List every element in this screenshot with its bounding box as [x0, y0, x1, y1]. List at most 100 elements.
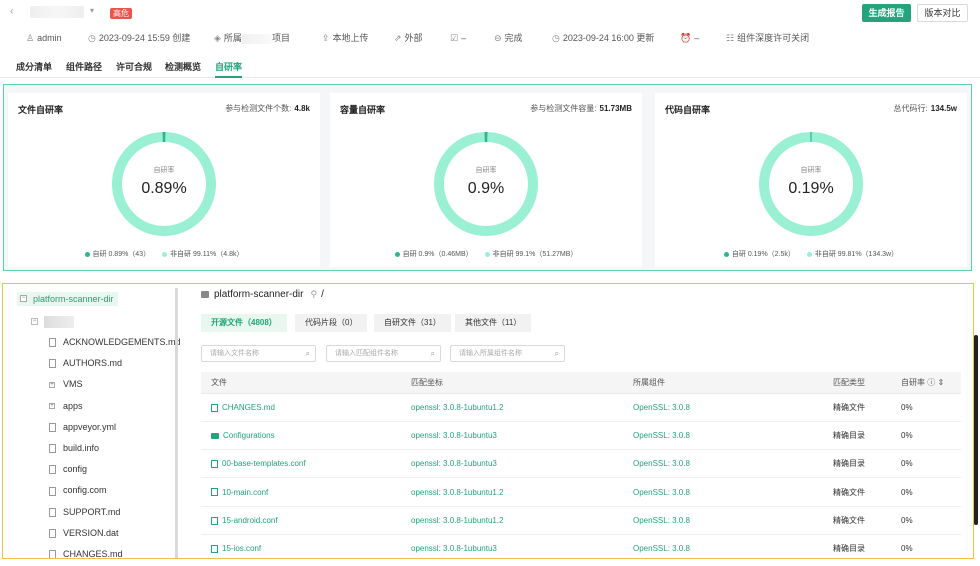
tab-other-files[interactable]: 其他文件（11） — [455, 314, 532, 332]
tree-scrollbar[interactable] — [175, 288, 178, 558]
check-square-icon: ☑ — [450, 33, 459, 43]
table-row[interactable]: 15-android.conf openssl: 3.0.8-1ubuntu1.2… — [201, 507, 961, 535]
tree-node-redacted[interactable]: − — [31, 314, 74, 328]
col-self-rate[interactable]: 自研率 ⓘ ⇕ — [901, 372, 944, 394]
tree-item[interactable]: + apps — [49, 399, 83, 413]
file-icon — [49, 550, 56, 558]
cell-match-type: 精确文件 — [833, 507, 865, 535]
location-pin-icon[interactable]: ⚲ — [310, 289, 317, 299]
cell-coordinate[interactable]: openssl: 3.0.8-1ubuntu3 — [411, 422, 497, 450]
cell-coordinate[interactable]: openssl: 3.0.8-1ubuntu1.2 — [411, 479, 504, 507]
meta-check: ☑ – — [450, 30, 466, 46]
table-header: 文件 匹配坐标 所属组件 匹配类型 自研率 ⓘ ⇕ — [201, 372, 961, 394]
cell-match-type: 精确目录 — [833, 450, 865, 478]
donut-center-label: 自研率 — [475, 167, 497, 174]
cell-coordinate[interactable]: openssl: 3.0.8-1ubuntu3 — [411, 535, 497, 558]
chevron-down-icon[interactable]: ▾ — [90, 6, 94, 15]
search-icon[interactable]: ⌕ — [555, 346, 559, 361]
cell-component[interactable]: OpenSSL: 3.0.8 — [633, 507, 690, 535]
cell-component[interactable]: OpenSSL: 3.0.8 — [633, 394, 690, 422]
tree-item[interactable]: build.info — [49, 441, 99, 455]
cell-file[interactable]: CHANGES.md — [211, 394, 275, 422]
match-component-filter[interactable]: 请输入匹配组件名称 ⌕ — [326, 345, 441, 362]
cell-file-text: 10-main.conf — [222, 487, 269, 497]
table-row[interactable]: 10-main.conf openssl: 3.0.8-1ubuntu1.2 Ope… — [201, 479, 961, 507]
legend-self: 自研 0.9%（0.46MB） — [402, 251, 473, 258]
tab-scan-overview[interactable]: 检测概览 — [165, 60, 201, 78]
tab-component-path[interactable]: 组件路径 — [66, 60, 102, 78]
tree-item[interactable]: ACKNOWLEDGEMENTS.md — [49, 335, 181, 349]
tree-root-label: platform-scanner-dir — [33, 294, 114, 304]
owner-component-placeholder: 请输入所属组件名称 — [459, 350, 522, 357]
alarm-value: – — [694, 33, 700, 43]
tab-code-snippets[interactable]: 代码片段（0） — [295, 314, 368, 332]
tab-bom[interactable]: 成分清单 — [16, 60, 52, 78]
card-meta-value: 51.73MB — [599, 104, 632, 113]
cell-coordinate-text: openssl: 3.0.8-1ubuntu1.2 — [411, 515, 504, 525]
stat-card-file: 文件自研率 参与检测文件个数: 4.8k 自研率 0.89% 自研 0.89%（4… — [8, 93, 320, 267]
card-meta-label: 参与检测文件容量: — [530, 104, 597, 113]
cell-file[interactable]: 15-android.conf — [211, 507, 278, 535]
legend-dot-other — [806, 251, 812, 257]
col-coordinate: 匹配坐标 — [411, 378, 443, 387]
legend-dot-other — [484, 251, 490, 257]
cell-file[interactable]: Configurations — [211, 422, 275, 450]
file-icon — [211, 516, 218, 525]
cell-coordinate[interactable]: openssl: 3.0.8-1ubuntu3 — [411, 450, 497, 478]
collapse-icon[interactable]: − — [20, 295, 27, 302]
tree-item-label: VERSION.dat — [63, 527, 119, 538]
tree-item-label: AUTHORS.md — [63, 358, 123, 369]
collapse-icon[interactable]: − — [31, 318, 38, 326]
table-row[interactable]: 15-ios.conf openssl: 3.0.8-1ubuntu3 OpenSS… — [201, 535, 961, 558]
expand-icon[interactable]: + — [49, 403, 55, 410]
cell-coordinate[interactable]: openssl: 3.0.8-1ubuntu1.2 — [411, 394, 504, 422]
generate-report-button[interactable]: 生成报告 — [862, 4, 911, 22]
compare-version-button[interactable]: 版本对比 — [917, 4, 968, 22]
expand-icon[interactable]: + — [49, 382, 55, 389]
search-icon[interactable]: ⌕ — [431, 346, 435, 361]
tab-self-dev-rate[interactable]: 自研率 — [215, 60, 243, 78]
table-row[interactable]: Configurations openssl: 3.0.8-1ubuntu3 Ope… — [201, 422, 961, 451]
tree-item[interactable]: config.com — [49, 483, 107, 497]
info-icon[interactable]: ⓘ — [927, 378, 935, 387]
page-scrollbar[interactable] — [974, 335, 978, 525]
tree-item[interactable]: config — [49, 462, 87, 476]
tab-open-source-files[interactable]: 开源文件（4808） — [201, 314, 287, 332]
table-row[interactable]: 00-base-templates.conf openssl: 3.0.8-1ub… — [201, 450, 961, 479]
owner-component-filter[interactable]: 请输入所属组件名称 ⌕ — [450, 345, 565, 362]
cell-self-rate: 0% — [901, 394, 913, 422]
tree-item[interactable]: appveyor.yml — [49, 420, 116, 434]
tree-item-label: ACKNOWLEDGEMENTS.md — [63, 337, 181, 347]
tree-item[interactable]: SUPPORT.md — [49, 505, 120, 519]
cell-component[interactable]: OpenSSL: 3.0.8 — [633, 422, 690, 450]
tree-item[interactable]: AUTHORS.md — [49, 356, 122, 370]
sort-icon[interactable]: ⇕ — [937, 378, 944, 387]
cell-file-text: 15-ios.conf — [222, 544, 262, 553]
tree-item-label: config — [63, 464, 88, 475]
cell-file[interactable]: 10-main.conf — [211, 479, 268, 507]
tree-root[interactable]: − platform-scanner-dir — [17, 292, 118, 306]
chevron-left-icon[interactable]: ‹ — [10, 6, 13, 17]
tab-license-compliance[interactable]: 许可合规 — [116, 60, 152, 78]
cell-component[interactable]: OpenSSL: 3.0.8 — [633, 450, 690, 478]
tree-item-label: VMS — [63, 379, 83, 390]
cell-coordinate[interactable]: openssl: 3.0.8-1ubuntu1.2 — [411, 507, 504, 535]
cell-file[interactable]: 15-ios.conf — [211, 535, 262, 558]
tree-item[interactable]: + VMS — [49, 377, 83, 391]
cell-file[interactable]: 00-base-templates.conf — [211, 450, 306, 478]
tree-item[interactable]: CHANGES.md — [49, 547, 123, 558]
search-icon[interactable]: ⌕ — [306, 346, 310, 361]
path-separator: / — [321, 289, 324, 300]
cell-coordinate-text: openssl: 3.0.8-1ubuntu3 — [411, 544, 497, 553]
legend-dot-other — [162, 251, 168, 257]
cell-component[interactable]: OpenSSL: 3.0.8 — [633, 535, 690, 558]
tree-item[interactable]: VERSION.dat — [49, 526, 119, 540]
tab-self-dev-files[interactable]: 自研文件（31） — [374, 314, 451, 332]
file-icon — [211, 488, 218, 497]
tree-item-label: appveyor.yml — [63, 421, 117, 432]
file-name-filter[interactable]: 请输入文件名称 ⌕ — [201, 345, 316, 362]
cell-component[interactable]: OpenSSL: 3.0.8 — [633, 479, 690, 507]
table-row[interactable]: CHANGES.md openssl: 3.0.8-1ubuntu1.2 OpenS… — [201, 394, 961, 422]
cell-match-type-text: 精确目录 — [833, 431, 865, 441]
donut-chart: 自研率 0.9% — [431, 129, 541, 239]
